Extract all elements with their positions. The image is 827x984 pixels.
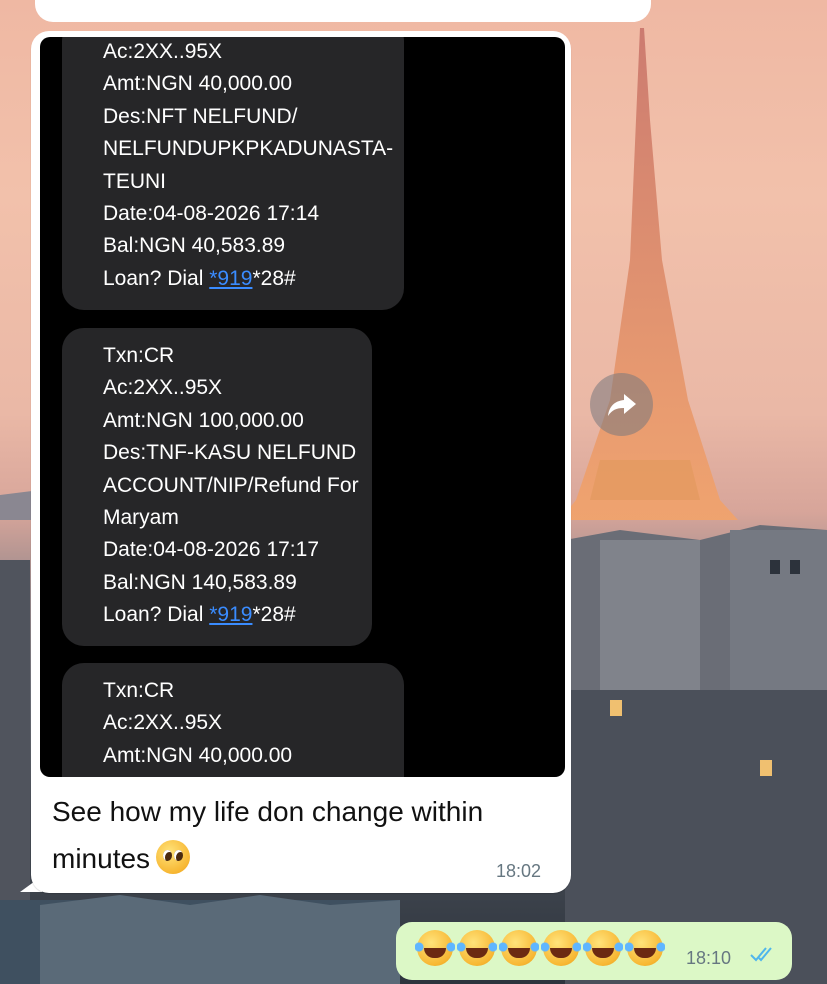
sms-description-cont: Maryam bbox=[103, 506, 179, 530]
sms-txn-type: Txn:CR bbox=[103, 344, 175, 367]
caption-text: See how my life don change within minute… bbox=[52, 796, 484, 874]
sms-description-cont: TEUNI bbox=[103, 169, 166, 193]
sms-loan-suffix: *28# bbox=[252, 266, 296, 290]
sms-amount: Amt:NGN 40,000.00 bbox=[103, 72, 293, 96]
sms-balance: Bal:NGN 40,583.89 bbox=[103, 234, 286, 258]
sms-description: Des:TNF-KASU NELFUND bbox=[103, 441, 357, 465]
sms-balance: Bal:NGN 140,583.89 bbox=[103, 570, 297, 594]
incoming-timestamp: 18:02 bbox=[496, 861, 542, 881]
sms-description-cont: ACCOUNT/NIP/Refund For bbox=[103, 473, 359, 497]
sms-message-3: Txn:CR Ac:2XX..95X Amt:NGN 40,000.00 bbox=[62, 663, 404, 777]
sms-account: Ac:2XX..95X bbox=[103, 40, 223, 63]
sms-screenshot-image[interactable]: Ac:2XX..95X Amt:NGN 40,000.00 Des:NFT NE… bbox=[40, 37, 565, 777]
sms-amount: Amt:NGN 100,000.00 bbox=[103, 408, 304, 432]
sms-loan-prefix: Loan? Dial bbox=[103, 266, 210, 290]
read-receipt-icon bbox=[750, 947, 772, 962]
tears-of-joy-icon bbox=[415, 930, 455, 966]
sms-loan-line: Loan? Dial *919*28# bbox=[103, 263, 404, 295]
emoji-row bbox=[415, 930, 665, 966]
forward-arrow-icon bbox=[607, 393, 636, 416]
sms-loan-line: Loan? Dial *919*28# bbox=[103, 599, 372, 631]
sms-account: Ac:2XX..95X bbox=[103, 376, 223, 400]
tears-of-joy-icon bbox=[499, 930, 539, 966]
sms-date: Date:04-08-2026 17:14 bbox=[103, 202, 319, 226]
forward-button[interactable] bbox=[590, 373, 653, 436]
sms-account: Ac:2XX..95X bbox=[103, 711, 223, 735]
sms-loan-prefix: Loan? Dial bbox=[103, 603, 210, 627]
tears-of-joy-icon bbox=[541, 930, 581, 966]
pleading-face-icon bbox=[156, 840, 191, 874]
previous-message-bubble bbox=[35, 0, 651, 22]
ussd-link[interactable]: *919 bbox=[209, 603, 252, 626]
sms-date: Date:04-08-2026 17:17 bbox=[103, 538, 319, 562]
tears-of-joy-icon bbox=[457, 930, 497, 966]
message-caption: See how my life don change within minute… bbox=[52, 788, 552, 882]
sms-description: Des:NFT NELFUND/ bbox=[103, 104, 298, 128]
outgoing-timestamp: 18:10 bbox=[686, 948, 732, 968]
outgoing-message-bubble[interactable]: 18:10 bbox=[396, 922, 792, 980]
ussd-link[interactable]: *919 bbox=[209, 267, 252, 290]
sms-description-cont: NELFUNDUPKPKADUNASTA- bbox=[103, 137, 394, 161]
sms-loan-suffix: *28# bbox=[252, 603, 296, 627]
tears-of-joy-icon bbox=[583, 930, 623, 966]
sms-amount: Amt:NGN 40,000.00 bbox=[103, 743, 293, 767]
sms-message-2: Txn:CR Ac:2XX..95X Amt:NGN 100,000.00 De… bbox=[62, 328, 372, 646]
sms-message-1: Ac:2XX..95X Amt:NGN 40,000.00 Des:NFT NE… bbox=[62, 37, 404, 310]
tears-of-joy-icon bbox=[625, 930, 665, 966]
sms-txn-type: Txn:CR bbox=[103, 679, 175, 702]
